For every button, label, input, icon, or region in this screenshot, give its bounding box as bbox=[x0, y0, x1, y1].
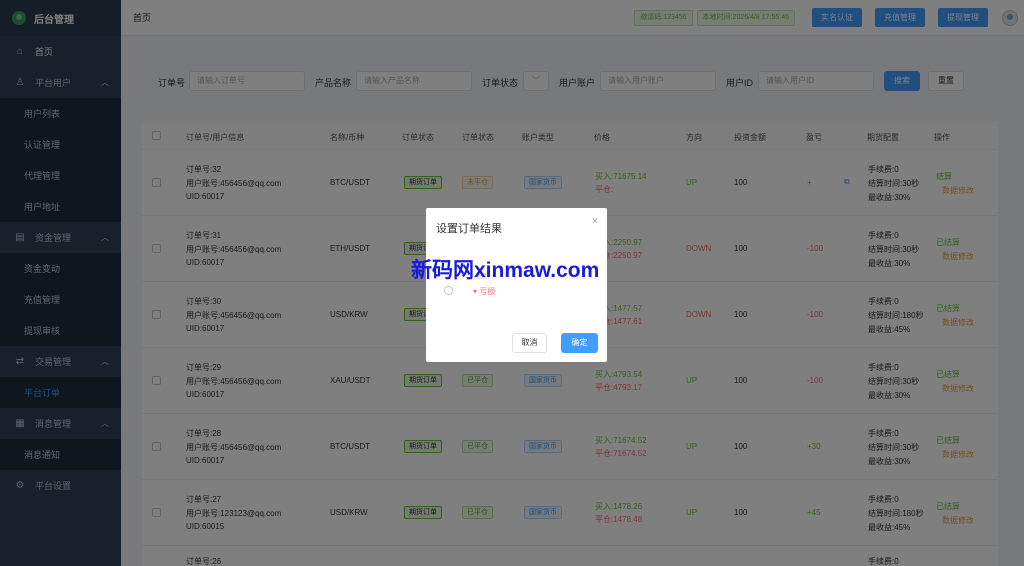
watermark: 新码网xinmaw.com bbox=[411, 259, 600, 282]
caret-down-icon: ▾ bbox=[473, 287, 478, 296]
confirm-button[interactable]: 确定 bbox=[561, 333, 598, 353]
close-icon[interactable]: × bbox=[592, 216, 598, 227]
set-order-result-dialog: 设置订单结果 × 盈利 ▾ 亏损 取消 确定 bbox=[426, 208, 607, 362]
result-radio[interactable] bbox=[444, 286, 453, 295]
dialog-title: 设置订单结果 bbox=[436, 223, 502, 235]
cancel-button[interactable]: 取消 bbox=[512, 333, 547, 353]
loss-option[interactable]: ▾ 亏损 bbox=[473, 286, 495, 297]
